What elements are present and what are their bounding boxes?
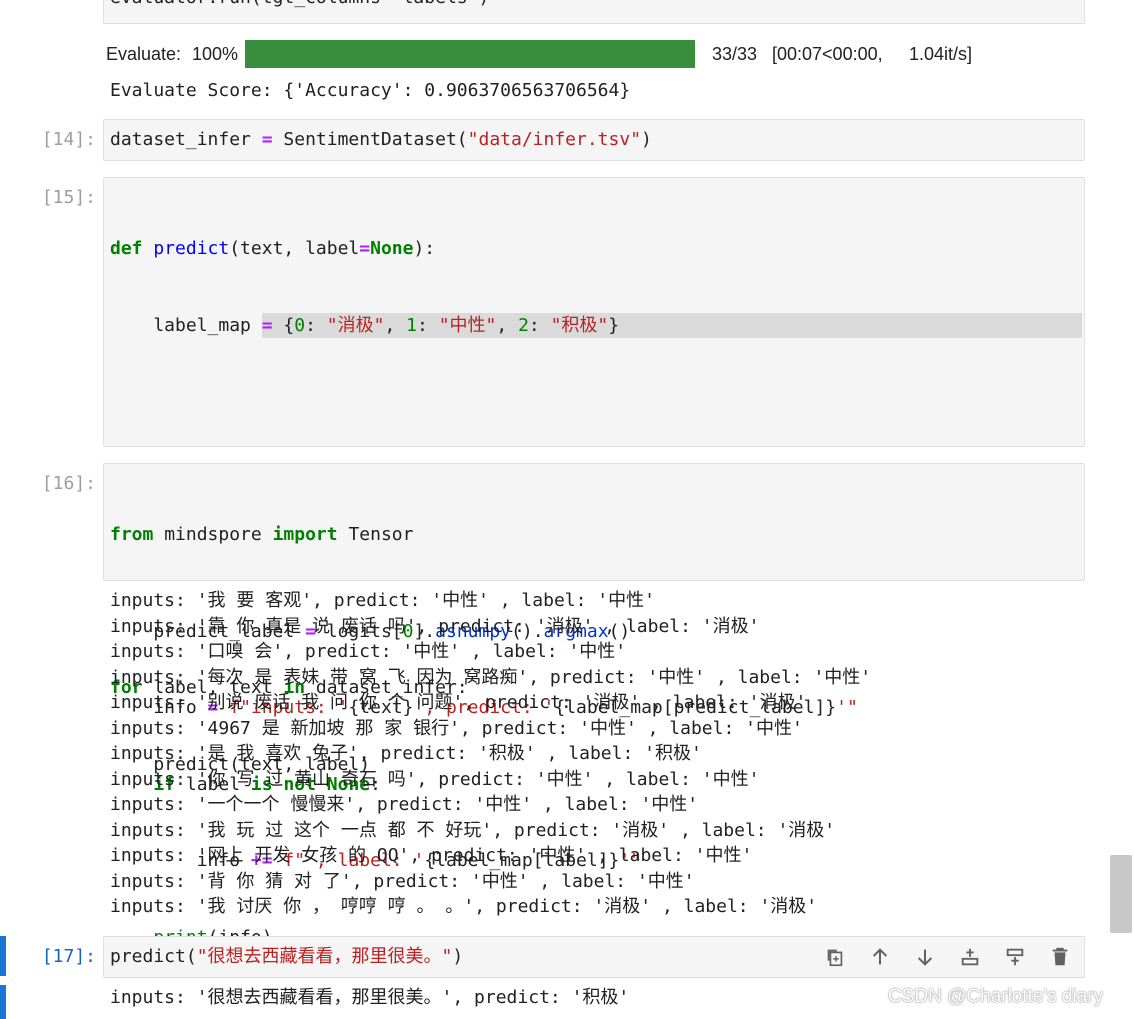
output-line: inputs: '一个一个 慢慢来', predict: '中性' , labe… (110, 794, 699, 815)
progress-bar-track (245, 40, 695, 68)
progress-rate: 1.04it/s] (909, 44, 973, 64)
delete-icon[interactable] (1045, 944, 1075, 970)
progress-label: Evaluate: (106, 44, 182, 64)
output-line: inputs: '别说 废话 我 问 你 个 问题', predict: '消极… (110, 692, 807, 713)
cell-input-top[interactable]: evaluator.run(tgt_columns="labels") (103, 0, 1085, 24)
output-line: inputs: '我 玩 过 这个 一点 都 不 好玩', predict: '… (110, 819, 836, 841)
cell-14-input[interactable]: dataset_infer = SentimentDataset("data/i… (103, 119, 1085, 161)
move-up-icon[interactable] (865, 944, 895, 970)
insert-below-icon[interactable] (1000, 944, 1030, 970)
output-line: inputs: '背 你 猜 对 了', predict: '中性' , lab… (110, 870, 695, 892)
eval-score-output: Evaluate Score: {'Accuracy': 0.906370656… (110, 80, 631, 101)
active-cell-marker-output (0, 985, 6, 1019)
cell-toolbar (820, 944, 1075, 970)
output-line: inputs: '口嗅 会', predict: '中性' , label: '… (110, 641, 627, 662)
progress-bar-fill (245, 40, 695, 68)
output-line: inputs: '每次 是 表妹 带 窝 飞 因为 窝路痴', predict:… (110, 666, 872, 688)
output-line: inputs: '你 写 过 黄山 奇石 吗', predict: '中性' ,… (110, 768, 760, 790)
output-line: inputs: '网上 开发 女孩 的 QQ', predict: '中性' ,… (110, 845, 753, 866)
cell-14-code: dataset_infer = SentimentDataset("data/i… (110, 129, 652, 150)
output-line: inputs: '是 我 喜欢 兔子', predict: '积极' , lab… (110, 743, 702, 764)
watermark: CSDN @Charlotte's diary (888, 986, 1104, 1007)
insert-above-icon[interactable] (955, 944, 985, 970)
progress-timing: [00:07<00:00, (772, 44, 883, 64)
cell-14-prompt: [14]: (41, 129, 96, 150)
output-line: inputs: '靠 你 真是 说 废话 吗', predict: '消极' ,… (110, 615, 760, 637)
progress-count: 33/33 (712, 44, 758, 64)
code-top: evaluator.run(tgt_columns="labels") (110, 0, 489, 11)
output-line: inputs: '4967 是 新加坡 那 家 银行', predict: '中… (110, 717, 803, 739)
cell-17-output: inputs: '很想去西藏看看，那里很美。', predict: '积极' (110, 987, 630, 1008)
output-line: inputs: '我 讨厌 你 ， 哼哼 哼 。 。', predict: '消… (110, 896, 818, 917)
cell-15-input[interactable]: def predict(text, label=None): label_map… (103, 177, 1085, 948)
cell-15-prompt: [15]: (41, 187, 96, 208)
scrollbar-thumb[interactable] (1110, 855, 1132, 933)
output-line: inputs: '我 要 客观', predict: '中性' , label:… (110, 590, 655, 611)
move-down-icon[interactable] (910, 944, 940, 970)
cell-16-prompt: [16]: (41, 473, 96, 494)
duplicate-icon[interactable] (820, 944, 850, 970)
cell-16-output: inputs: '我 要 客观', predict: '中性' , label:… (110, 588, 871, 920)
cell-17-code: predict("很想去西藏看看，那里很美。") (110, 946, 464, 967)
cell-16-input[interactable]: from mindspore import Tensor for label, … (103, 463, 1085, 775)
progress-percent: 100% (192, 44, 239, 64)
evaluate-progress: Evaluate: 100% 33/33 [00:07<00:00, 1.04i… (106, 38, 1006, 70)
cell-17-prompt: [17]: (41, 946, 96, 967)
